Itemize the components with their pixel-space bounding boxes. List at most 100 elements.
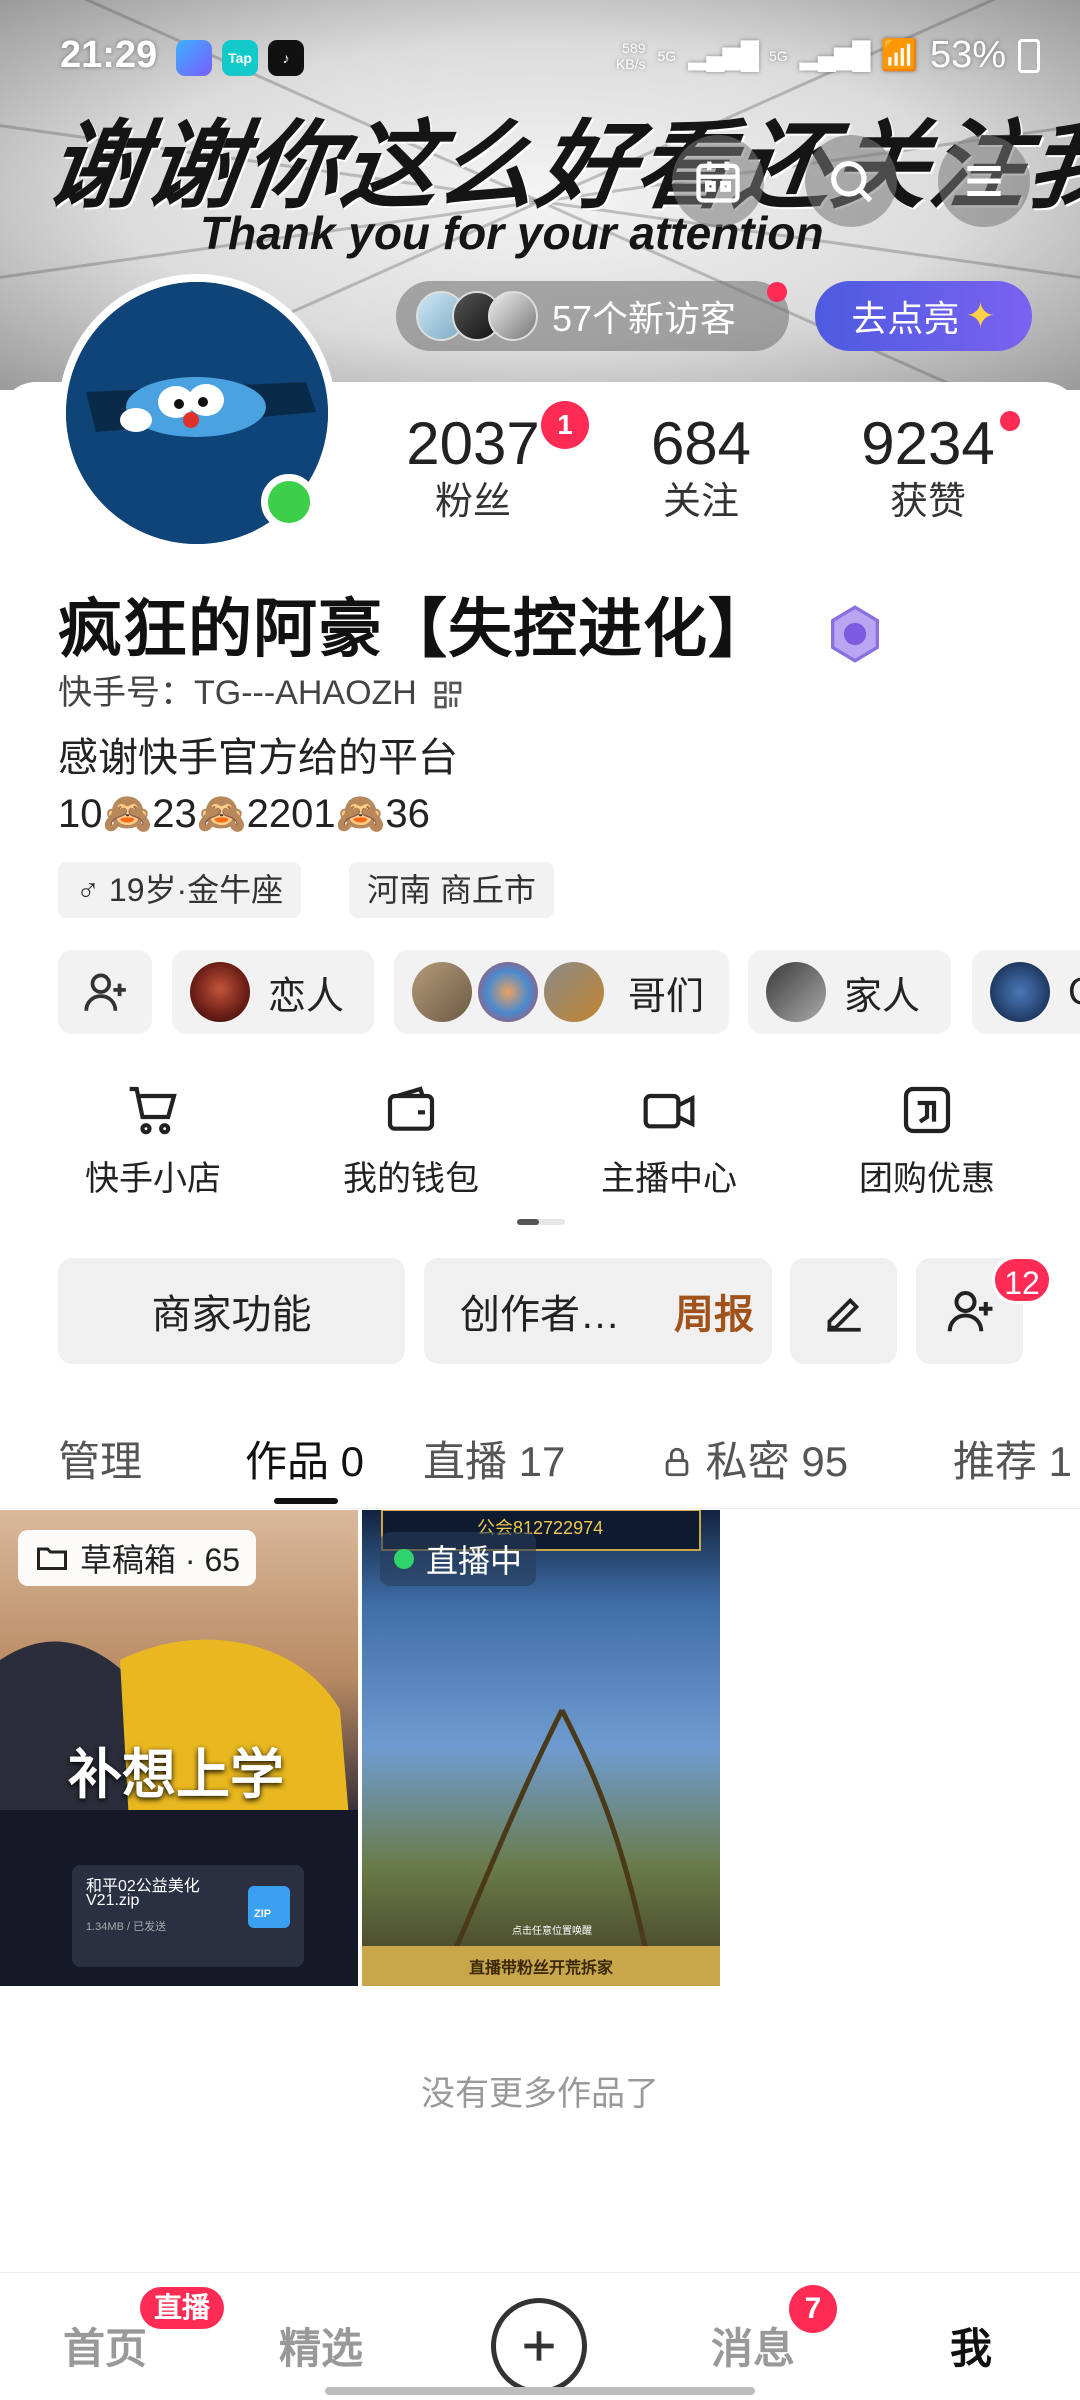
add-person-icon [84, 973, 126, 1011]
menu-button[interactable] [938, 135, 1030, 227]
bio: 感谢快手官方给的平台 10🙈23🙈2201🙈36 [58, 730, 458, 842]
qr-code-icon[interactable] [432, 679, 464, 711]
wallet-icon [387, 1086, 435, 1131]
creator-center-button[interactable]: 创作者… 周报 [424, 1258, 772, 1364]
coupon-icon [903, 1086, 951, 1134]
cart-icon [129, 1086, 177, 1135]
following-count: 684 [650, 410, 752, 477]
service-wallet[interactable]: 我的钱包 [311, 1082, 511, 1200]
group-buddies[interactable]: 哥们 [394, 950, 729, 1034]
app-notification-icon [176, 40, 212, 76]
live-banner: 直播带粉丝开荒拆家 [468, 1960, 613, 1977]
nav-featured[interactable]: 精选 [279, 2315, 363, 2376]
live-dot-icon [394, 1549, 414, 1569]
calendar-button[interactable] [672, 135, 764, 227]
active-tab-indicator [274, 1498, 338, 1504]
service-shop[interactable]: 快手小店 [53, 1082, 253, 1200]
group-avatar [990, 962, 1050, 1022]
content-tabs: 管理 作品 0 直播 17 私密 95 推荐 1 [0, 1408, 1080, 1508]
service-group-buy[interactable]: 团购优惠 [827, 1082, 1027, 1200]
bio-line-2: 10🙈23🙈2201🙈36 [58, 792, 430, 836]
bottom-nav: 首页 直播 精选 消息 7 我 [0, 2272, 1080, 2400]
nav-home[interactable]: 首页 [63, 2315, 147, 2376]
group-label-family: 家人 [844, 975, 921, 1018]
group-lovers[interactable]: 恋人 [172, 950, 374, 1034]
services-pager [517, 1219, 565, 1225]
online-status-dot [261, 474, 317, 530]
tiktok-notification-icon: ♪ [268, 40, 304, 76]
live-status-pill: 直播中 [380, 1532, 537, 1586]
kuaishou-id[interactable]: 快手号：TG---AHAOZH [58, 665, 464, 714]
file-ext: ZIP [254, 1908, 272, 1920]
likes-label: 获赞 [889, 481, 966, 523]
group-avatar [478, 962, 538, 1022]
menu-icon [967, 166, 1001, 196]
location-tag: 河南 商丘市 [349, 862, 554, 918]
tab-private-label: 私密 95 [705, 1438, 849, 1485]
home-indicator[interactable] [325, 2387, 755, 2395]
nickname: 疯狂的阿豪【失控进化】 [58, 578, 882, 670]
camera-icon [643, 1093, 695, 1129]
new-visitors-chip[interactable]: 57个新访客 [396, 281, 789, 351]
calendar-icon [696, 161, 740, 203]
tab-private[interactable]: 私密 95 [660, 1428, 848, 1489]
bio-line-1: 感谢快手官方给的平台 [58, 736, 458, 780]
kuaishou-id-text: 快手号：TG---AHAOZH [58, 674, 417, 712]
lock-icon [665, 1447, 689, 1477]
tab-live[interactable]: 直播 17 [423, 1428, 565, 1489]
tab-recommended[interactable]: 推荐 1 [953, 1428, 1072, 1489]
create-button[interactable] [491, 2298, 587, 2394]
add-person-icon [947, 1290, 992, 1332]
taptap-notification-icon: Tap [222, 40, 258, 76]
signal-label: 5G [657, 47, 677, 64]
level-badge-icon [830, 605, 879, 663]
no-more-works: 没有更多作品了 [421, 2075, 659, 2113]
gender-age-tag: ♂ 19岁·金牛座 [58, 862, 302, 918]
visitors-red-dot [767, 282, 787, 302]
draft-caption: 补想上学 [68, 1745, 284, 1805]
live-tile[interactable]: 公会812722974 直播中 点击任意位置唤醒 直播带粉丝开荒拆家 [362, 1510, 720, 1986]
tab-manage[interactable]: 管理 [58, 1428, 142, 1489]
sparkle-icon: ✦ [965, 295, 996, 336]
followers-label: 粉丝 [434, 481, 511, 523]
nav-me[interactable]: 我 [950, 2315, 992, 2376]
service-streamer[interactable]: 主播中心 [569, 1082, 769, 1200]
following-label: 关注 [662, 481, 739, 523]
wifi-icon: 📶 [880, 39, 918, 72]
group-more[interactable]: C [972, 950, 1080, 1034]
add-friend-badge: 12 [992, 1256, 1052, 1304]
drafts-label-pill: 草稿箱 · 65 [18, 1530, 257, 1586]
creator-label: 创作者… [460, 1293, 620, 1337]
search-icon [831, 161, 873, 203]
group-label-lovers: 恋人 [268, 975, 345, 1018]
nav-messages[interactable]: 消息 [711, 2315, 795, 2376]
search-button[interactable] [805, 135, 897, 227]
net-speed: 589 KB/s [615, 39, 646, 72]
live-subtext: 点击任意位置唤醒 [512, 1926, 592, 1937]
folder-icon [37, 1547, 67, 1570]
drafts-tile[interactable]: 草稿箱 · 65 补想上学 和平02公益美化 V21.zip 1.34MB / … [0, 1510, 358, 1986]
battery-icon [1018, 38, 1040, 73]
group-family[interactable]: 家人 [748, 950, 951, 1034]
service-streamer-label: 主播中心 [601, 1160, 737, 1198]
file-meta: 1.34MB / 已发送 [86, 1921, 167, 1933]
group-label-buddies: 哥们 [628, 975, 705, 1018]
stat-following[interactable]: 684 关注 [586, 408, 816, 524]
drafts-label: 草稿箱 · 65 [80, 1542, 241, 1578]
nickname-text: 疯狂的阿豪【失控进化】 [58, 593, 773, 665]
signal-icon-2: ▂▄▆█ [799, 40, 871, 70]
signal-label-2: 5G [769, 47, 788, 64]
service-shop-label: 快手小店 [85, 1160, 221, 1198]
visitors-text: 57个新访客 [552, 298, 737, 339]
file-name-2: V21.zip [86, 1892, 140, 1909]
edit-profile-button[interactable] [790, 1258, 897, 1364]
tabs-divider [0, 1508, 1080, 1509]
merchant-functions-button[interactable]: 商家功能 [58, 1258, 405, 1364]
plus-icon [524, 2331, 554, 2361]
battery-level: 53% [929, 34, 1006, 76]
tab-works[interactable]: 作品 0 [245, 1428, 364, 1489]
group-label-more: C [1068, 971, 1080, 1014]
signal-icon: ▂▄▆█ [688, 40, 759, 70]
light-up-button[interactable]: 去点亮 ✦ [815, 281, 1032, 351]
add-group-button[interactable] [58, 950, 152, 1034]
